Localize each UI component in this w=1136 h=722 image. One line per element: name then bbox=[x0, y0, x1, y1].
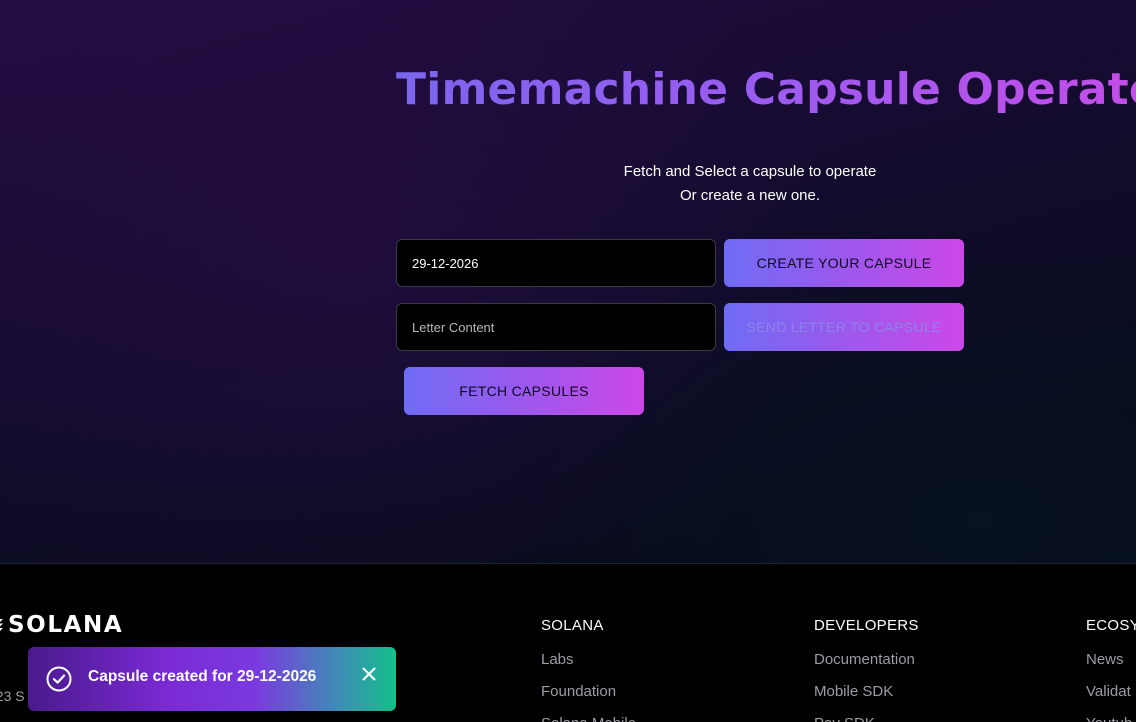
close-icon[interactable] bbox=[359, 664, 379, 684]
footer-link-foundation[interactable]: Foundation bbox=[541, 680, 636, 712]
footer-column-ecosystem: ECOSYS News Validat Youtub bbox=[1086, 614, 1136, 722]
footer-column-heading: SOLANA bbox=[541, 617, 604, 634]
toast-message: Capsule created for 29-12-2026 bbox=[88, 668, 317, 685]
footer-link-solana-mobile[interactable]: Solana Mobile bbox=[541, 712, 636, 722]
footer-link-documentation[interactable]: Documentation bbox=[814, 648, 919, 680]
footer-link-news[interactable]: News bbox=[1086, 648, 1136, 680]
subtitle-line-1: Fetch and Select a capsule to operate bbox=[623, 163, 877, 180]
footer-column-heading: DEVELOPERS bbox=[814, 617, 919, 634]
footer-link-mobile-sdk[interactable]: Mobile SDK bbox=[814, 680, 919, 712]
footer-link-youtube[interactable]: Youtub bbox=[1086, 712, 1136, 722]
success-toast: Capsule created for 29-12-2026 bbox=[28, 647, 396, 711]
page-title: Timemachine Capsule Operator bbox=[396, 64, 1136, 115]
create-capsule-button[interactable]: CREATE YOUR CAPSULE bbox=[724, 239, 964, 287]
subtitle-line-2: Or create a new one. bbox=[679, 187, 821, 204]
solana-mark-icon bbox=[0, 619, 3, 631]
fetch-capsules-button[interactable]: FETCH CAPSULES bbox=[404, 367, 644, 415]
letter-content-input[interactable] bbox=[396, 303, 716, 351]
footer-link-pay-sdk[interactable]: Pay SDK bbox=[814, 712, 919, 722]
footer-column-heading: ECOSYS bbox=[1086, 617, 1136, 634]
send-letter-button[interactable]: SEND LETTER TO CAPSULE bbox=[724, 303, 964, 351]
logo-text: SOLANA bbox=[8, 612, 124, 638]
check-circle-icon bbox=[46, 666, 72, 692]
footer-link-labs[interactable]: Labs bbox=[541, 648, 636, 680]
footer-column-solana: SOLANA Labs Foundation Solana Mobile bbox=[541, 614, 636, 722]
footer-link-validators[interactable]: Validat bbox=[1086, 680, 1136, 712]
footer-column-developers: DEVELOPERS Documentation Mobile SDK Pay … bbox=[814, 614, 919, 722]
date-input[interactable] bbox=[396, 239, 716, 287]
hero-section: Timemachine Capsule Operator Fetch and S… bbox=[0, 0, 1136, 563]
copyright-text: 023 S bbox=[0, 688, 25, 704]
